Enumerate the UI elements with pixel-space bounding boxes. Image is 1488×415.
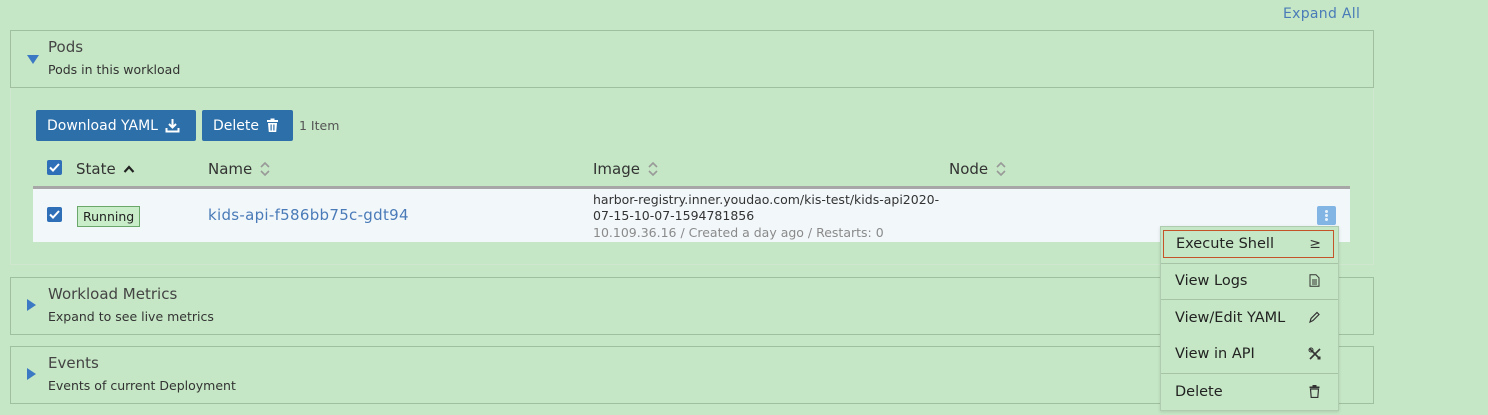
column-node-header[interactable]: Node: [949, 160, 1007, 178]
row-actions-menu: Execute Shell ≥ View Logs View/Edit YAML…: [1160, 226, 1339, 411]
menu-item-view-edit-yaml[interactable]: View/Edit YAML: [1163, 304, 1334, 332]
delete-button[interactable]: Delete: [202, 110, 293, 141]
column-image-header[interactable]: Image: [593, 160, 659, 178]
events-subtitle: Events of current Deployment: [48, 378, 236, 393]
collapsed-triangle-icon: [27, 299, 36, 311]
sort-icon: [260, 161, 270, 177]
pods-section-header[interactable]: Pods Pods in this workload: [10, 30, 1374, 88]
file-icon: [1309, 274, 1320, 287]
pencil-icon: [1309, 311, 1320, 324]
row-actions-button[interactable]: [1317, 206, 1336, 225]
download-icon: [165, 119, 180, 133]
download-yaml-button[interactable]: Download YAML: [36, 110, 196, 141]
pod-name-link[interactable]: kids-api-f586bb75c-gdt94: [208, 206, 409, 224]
tools-icon: [1308, 347, 1321, 360]
menu-divider: [1161, 263, 1338, 264]
metrics-title: Workload Metrics: [48, 285, 178, 303]
events-title: Events: [48, 354, 99, 372]
expand-all-link[interactable]: Expand All: [1283, 6, 1360, 22]
row-checkbox[interactable]: [47, 207, 62, 222]
select-all-checkbox[interactable]: [47, 160, 62, 175]
terminal-icon: ≥: [1309, 236, 1321, 252]
table-row[interactable]: Running kids-api-f586bb75c-gdt94 harbor-…: [33, 189, 1350, 242]
pod-meta: 10.109.36.16 / Created a day ago / Resta…: [593, 225, 884, 240]
menu-item-execute-shell[interactable]: Execute Shell ≥: [1163, 230, 1334, 258]
metrics-subtitle: Expand to see live metrics: [48, 309, 214, 324]
pods-subtitle: Pods in this workload: [48, 62, 181, 77]
menu-item-view-logs[interactable]: View Logs: [1163, 267, 1334, 295]
trash-icon: [1309, 385, 1320, 398]
trash-icon: [267, 118, 278, 132]
sort-asc-icon: [123, 165, 135, 173]
menu-divider: [1161, 299, 1338, 300]
menu-item-view-in-api[interactable]: View in API: [1163, 340, 1334, 368]
menu-item-delete[interactable]: Delete: [1163, 378, 1334, 406]
image-name: harbor-registry.inner.youdao.com/kis-tes…: [593, 192, 940, 223]
column-state-header[interactable]: State: [76, 160, 135, 178]
collapsed-triangle-icon: [27, 368, 36, 380]
column-name-header[interactable]: Name: [208, 160, 271, 178]
item-count: 1 Item: [299, 118, 340, 133]
status-badge: Running: [77, 206, 141, 227]
expanded-triangle-icon: [27, 55, 39, 64]
sort-icon: [996, 161, 1006, 177]
sort-icon: [648, 161, 658, 177]
menu-divider: [1161, 373, 1338, 374]
pods-title: Pods: [48, 38, 84, 56]
